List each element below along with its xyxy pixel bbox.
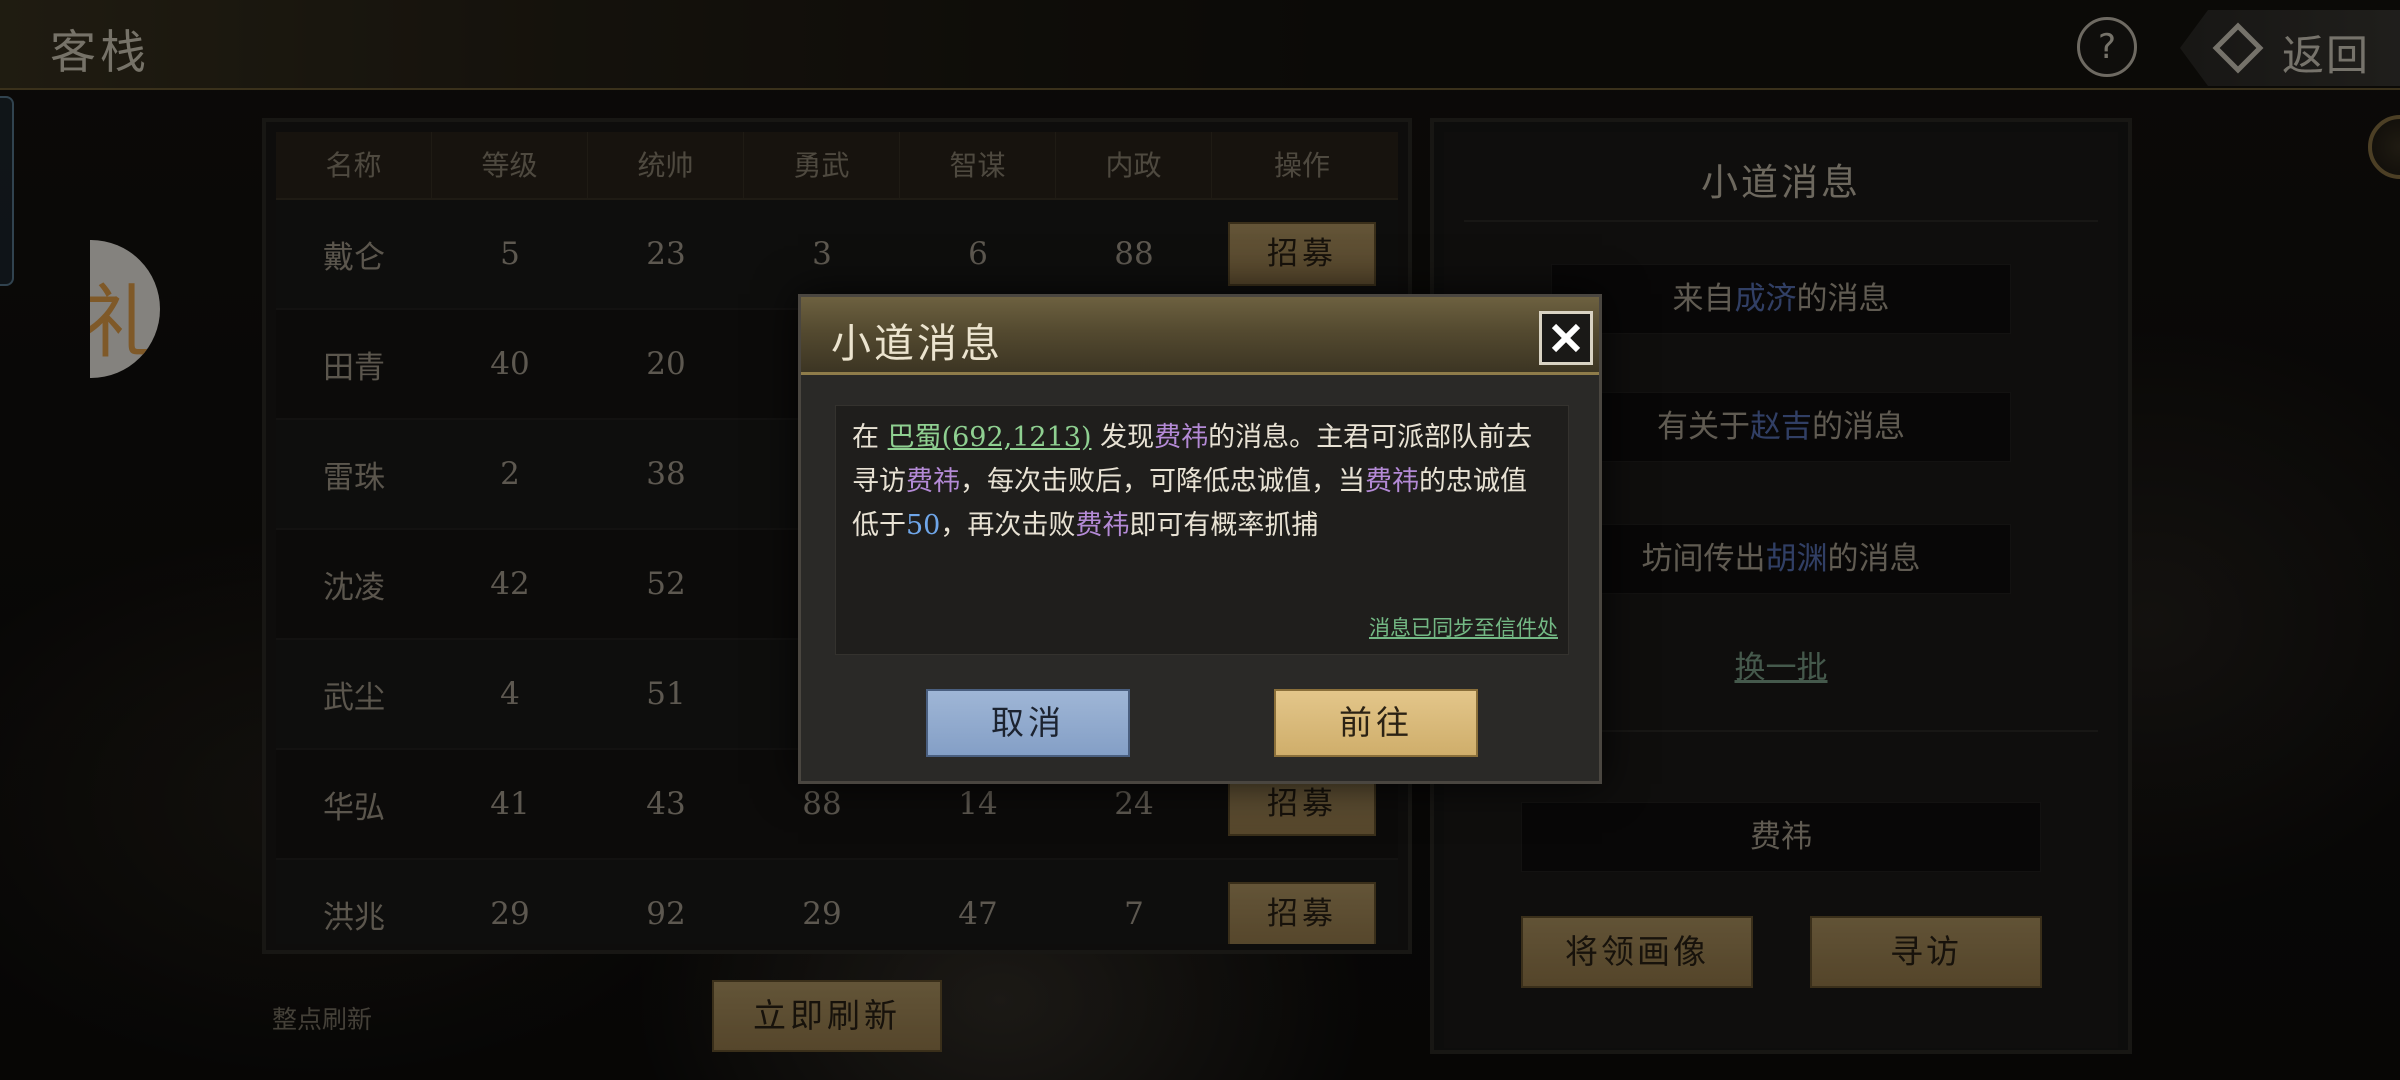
general-name: 费祎: [1154, 422, 1209, 453]
sync-to-mail-link[interactable]: 消息已同步至信件处: [1369, 612, 1558, 642]
modal-title: 小道消息: [831, 321, 1003, 367]
general-name: 费祎: [1365, 466, 1419, 497]
cancel-button[interactable]: 取消: [926, 689, 1130, 757]
rumor-modal: 小道消息 在 巴蜀(692,1213) 发现费祎的消息。主君可派部队前去寻访费祎…: [798, 294, 1602, 784]
loyalty-threshold: 50: [906, 510, 941, 541]
close-icon[interactable]: [1539, 311, 1593, 365]
go-button[interactable]: 前往: [1274, 689, 1478, 757]
general-name: 费祎: [906, 466, 960, 497]
location-link[interactable]: 巴蜀(692,1213): [888, 422, 1092, 453]
general-name: 费祎: [1075, 510, 1130, 541]
modal-header: 小道消息: [801, 297, 1599, 375]
modal-message-box: 在 巴蜀(692,1213) 发现费祎的消息。主君可派部队前去寻访费祎，每次击败…: [835, 405, 1569, 655]
modal-message: 在 巴蜀(692,1213) 发现费祎的消息。主君可派部队前去寻访费祎，每次击败…: [852, 422, 1533, 541]
